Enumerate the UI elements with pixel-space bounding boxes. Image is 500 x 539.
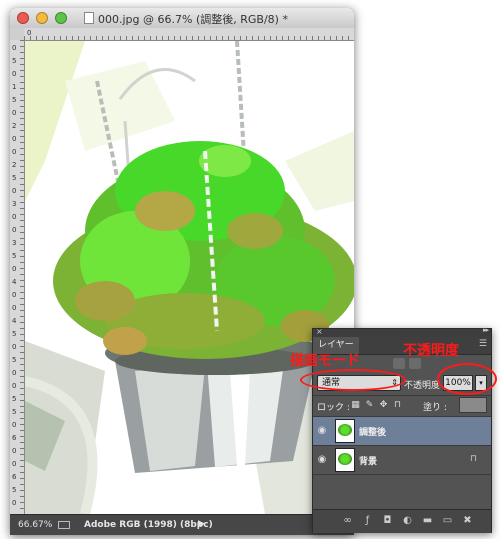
ruler-label: 6 <box>12 434 17 442</box>
panel-collapse-icon[interactable]: ▸▸ <box>483 326 489 334</box>
plant-image <box>25 41 354 514</box>
panel-menu-icon[interactable]: ☰ <box>479 339 487 349</box>
ruler-label: 0 <box>12 44 17 52</box>
fill-label: 塗り : <box>423 403 447 413</box>
ruler-label: 3 <box>12 200 17 208</box>
ruler-label: 5 <box>12 252 17 260</box>
ruler-label: 2 <box>12 122 17 130</box>
new-group-icon[interactable]: ▬ <box>421 515 434 527</box>
status-menu-arrow-icon[interactable]: ▶ <box>198 519 205 529</box>
ruler-label: 0 <box>12 369 17 377</box>
minimize-button[interactable] <box>36 12 48 24</box>
ruler-label: 0 <box>12 70 17 78</box>
ruler-label: 5 <box>12 330 17 338</box>
ruler-label: 5 <box>12 395 17 403</box>
status-icon <box>58 521 70 529</box>
document-icon <box>84 12 94 24</box>
new-layer-icon[interactable]: ▭ <box>441 515 454 527</box>
panel-close-icon[interactable]: × <box>316 327 323 336</box>
layer-name: 調整後 <box>359 428 387 438</box>
ruler-label: 4 <box>12 278 17 286</box>
zoom-button[interactable] <box>55 12 67 24</box>
ruler-label: 0 <box>12 265 17 273</box>
ruler-label: 5 <box>12 486 17 494</box>
close-button[interactable] <box>17 12 29 24</box>
ruler-label: 0 <box>12 109 17 117</box>
ruler-label: 0 <box>12 226 17 234</box>
ruler-label: 5 <box>12 174 17 182</box>
ruler-label: 0 <box>12 148 17 156</box>
fill-input[interactable] <box>459 397 487 413</box>
delete-layer-icon[interactable]: ✖ <box>461 515 474 527</box>
adjustment-layer-icon[interactable]: ◐ <box>401 515 414 527</box>
ruler-label: 0 <box>12 421 17 429</box>
lock-label: ロック : <box>317 403 350 413</box>
visibility-eye-icon[interactable]: ◉ <box>316 454 328 465</box>
ruler-label: 2 <box>12 161 17 169</box>
image-canvas[interactable] <box>25 41 354 514</box>
blend-mode-annotation: 描画モード <box>290 353 360 369</box>
lock-transparency-icon[interactable]: ▦ <box>351 400 360 410</box>
layer-thumbnail <box>335 419 355 443</box>
ruler-label: 0 <box>12 135 17 143</box>
ruler-label: 0 <box>12 291 17 299</box>
status-bar: 66.67% Adobe RGB (1998) (8bpc) ▶ <box>10 514 354 535</box>
ruler-label: 0 <box>12 499 17 507</box>
document-window: 000.jpg @ 66.7% (調整後, RGB/8) * 0 0 5 0 1 5 0 2… <box>10 8 354 535</box>
vertical-ruler[interactable]: 0 5 0 1 5 0 2 0 0 2 5 0 3 0 0 3 5 0 4 0 0 4 5 0 5 0 0 5 5 0 6 0 0 6 5 0 <box>10 40 25 514</box>
layer-row-background[interactable]: ◉ 背景 ⊓ <box>313 446 491 474</box>
lock-image-icon[interactable]: ✎ <box>365 400 374 410</box>
ruler-label: 5 <box>12 57 17 65</box>
ruler-label: 5 <box>12 356 17 364</box>
lock-fill-row: ロック : ▦ ✎ ✥ ⊓ 塗り : <box>313 396 491 416</box>
ruler-label: 0 <box>12 343 17 351</box>
ruler-label: 0 <box>12 447 17 455</box>
visibility-eye-icon[interactable]: ◉ <box>316 425 328 436</box>
ruler-label: 4 <box>12 317 17 325</box>
lock-all-icon[interactable]: ⊓ <box>393 400 402 410</box>
ruler-label: 5 <box>12 96 17 104</box>
layer-style-icon[interactable]: ƒ <box>361 515 374 527</box>
ruler-label: 6 <box>12 473 17 481</box>
horizontal-ruler[interactable]: 0 <box>24 28 354 41</box>
ruler-label: 0 <box>12 213 17 221</box>
divider <box>313 474 491 475</box>
add-mask-icon[interactable]: ◘ <box>381 515 394 527</box>
ruler-corner[interactable] <box>10 28 24 40</box>
ruler-label: 0 <box>27 29 32 37</box>
panel-header[interactable]: × ▸▸ <box>313 326 491 337</box>
ruler-label: 3 <box>12 239 17 247</box>
title-bar[interactable]: 000.jpg @ 66.7% (調整後, RGB/8) * <box>10 8 354 29</box>
layer-actions-bar: ∞ ƒ ◘ ◐ ▬ ▭ ✖ <box>313 509 491 533</box>
layer-list: ◉ 調整後 ◉ 背景 ⊓ <box>313 417 491 507</box>
ruler-label: 0 <box>12 460 17 468</box>
ruler-label: 1 <box>12 83 17 91</box>
layer-name: 背景 <box>359 457 378 467</box>
ruler-label: 0 <box>12 304 17 312</box>
window-title: 000.jpg @ 66.7% (調整後, RGB/8) * <box>98 13 288 26</box>
lock-position-icon[interactable]: ✥ <box>379 400 388 410</box>
lock-icon: ⊓ <box>470 454 478 464</box>
layer-row-adjusted[interactable]: ◉ 調整後 <box>313 417 491 445</box>
link-layers-icon[interactable]: ∞ <box>341 515 354 527</box>
ruler-label: 0 <box>12 187 17 195</box>
opacity-annotation: 不透明度 <box>403 343 459 359</box>
color-profile: Adobe RGB (1998) (8bpc) <box>84 520 213 530</box>
blend-mode-highlight <box>300 369 406 391</box>
ruler-label: 0 <box>12 382 17 390</box>
opacity-highlight <box>437 363 497 395</box>
layer-thumbnail <box>335 448 355 472</box>
ruler-label: 5 <box>12 408 17 416</box>
zoom-level[interactable]: 66.67% <box>18 520 52 530</box>
